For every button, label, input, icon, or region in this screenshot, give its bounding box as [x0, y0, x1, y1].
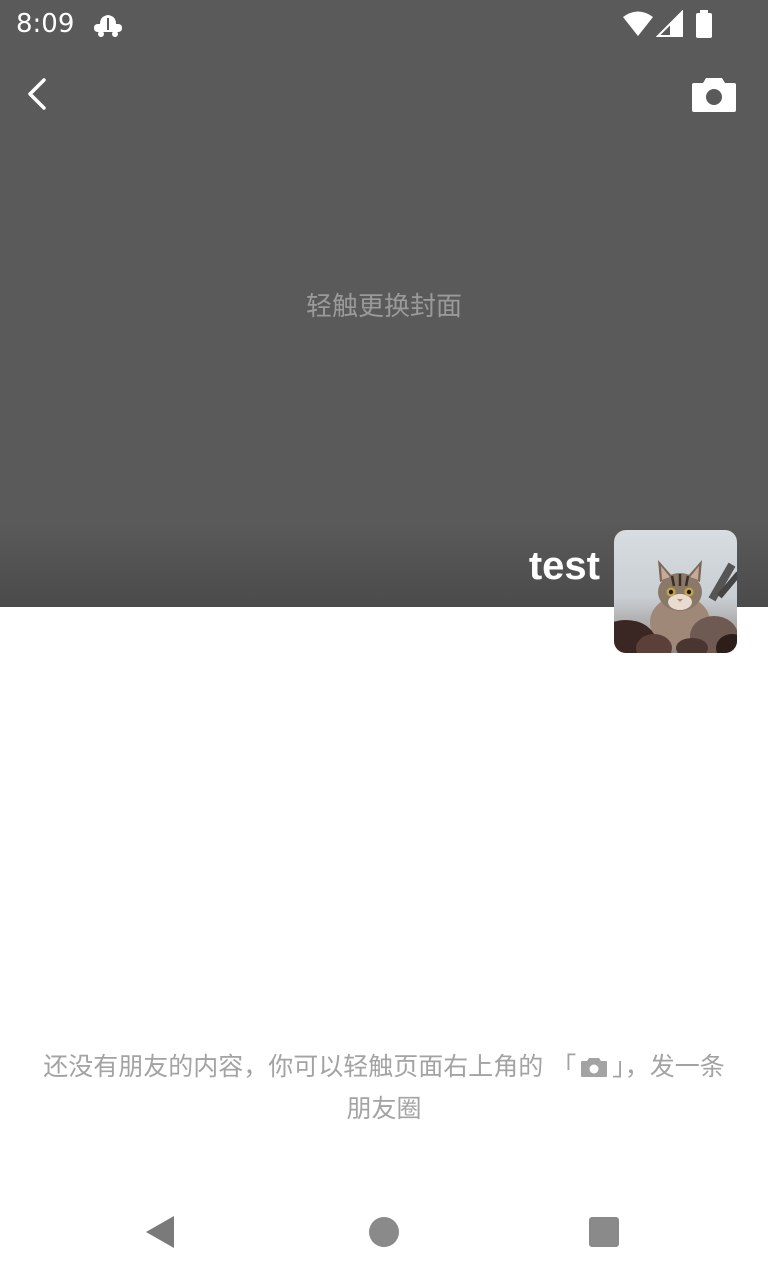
empty-hint-text-start: 还没有朋友的内容，你可以轻触页面右上角的 「	[43, 1052, 577, 1081]
back-button[interactable]	[14, 70, 62, 118]
app-notification-icon	[94, 15, 122, 37]
back-triangle-icon[interactable]	[140, 1212, 180, 1252]
camera-icon[interactable]	[690, 72, 738, 116]
status-time: 8:09	[16, 9, 75, 39]
moments-screen: 8:09 轻触更换封面 test 还没有朋友的内容，你可以轻触页面右上角的 「 …	[0, 0, 768, 1280]
cat-avatar-image	[614, 530, 737, 653]
status-bar: 8:09	[0, 0, 768, 48]
cellular-signal-icon	[656, 10, 683, 37]
change-cover-hint[interactable]: 轻触更换封面	[0, 290, 768, 324]
profile-name: test	[528, 544, 600, 588]
home-circle-icon[interactable]	[366, 1214, 402, 1250]
battery-icon	[696, 10, 712, 38]
camera-icon	[581, 1058, 608, 1077]
empty-feed-hint: 还没有朋友的内容，你可以轻触页面右上角的 「」，发一条朋友圈	[40, 1046, 728, 1130]
system-navigation-bar	[0, 1184, 768, 1280]
wifi-icon	[623, 11, 653, 36]
recents-square-icon[interactable]	[588, 1216, 620, 1248]
avatar[interactable]	[614, 530, 737, 653]
